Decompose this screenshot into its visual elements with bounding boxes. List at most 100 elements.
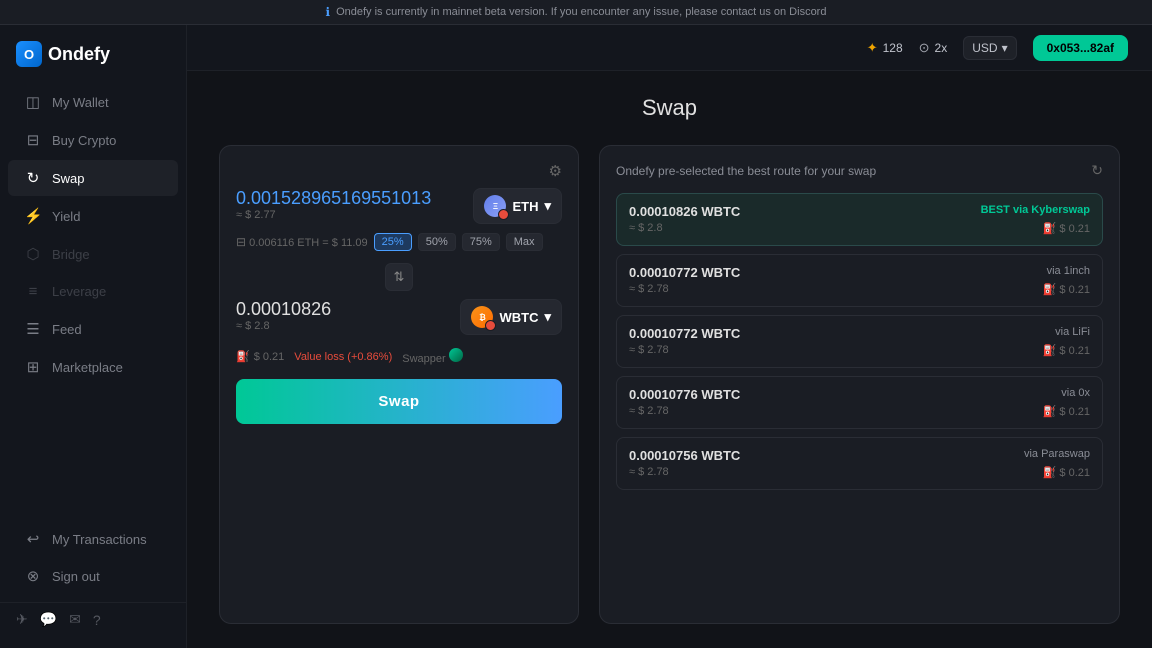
multiplier-stat: ⊙ 2x [919, 40, 948, 56]
sidebar-item-label: Feed [52, 322, 82, 337]
help-icon[interactable]: ? [93, 612, 101, 628]
refresh-icon[interactable]: ↻ [1091, 162, 1103, 179]
center-content: Swap ⚙ 0.001528965169551013 ≈ $ 2.77 [219, 95, 1120, 624]
top-banner: ℹ Ondefy is currently in mainnet beta ve… [0, 0, 1152, 25]
swapper-label: Swapper [402, 348, 462, 365]
route-usd: ≈ $ 2.78 [629, 466, 669, 478]
route-row: 0.00010826 WBTC BEST via Kyberswap [629, 204, 1090, 219]
token-badge [485, 320, 496, 331]
wallet-address-button[interactable]: 0x053...82af [1033, 35, 1128, 61]
route-row: 0.00010772 WBTC via 1inch [629, 265, 1090, 280]
route-amount: 0.00010776 WBTC [629, 387, 740, 402]
email-icon[interactable]: ✉ [69, 611, 81, 628]
output-amount-wrapper: 0.00010826 ≈ $ 2.8 [236, 299, 331, 340]
route-via-label: via Paraswap [1024, 448, 1090, 460]
gas-small-icon: ⛽ [1043, 466, 1057, 479]
banner-text: Ondefy is currently in mainnet beta vers… [336, 6, 826, 18]
wbtc-icon: ₿ [471, 306, 493, 328]
route-item-2[interactable]: 0.00010772 WBTC via LiFi ≈ $ 2.78 ⛽ $ 0.… [616, 315, 1103, 368]
route-amount: 0.00010826 WBTC [629, 204, 740, 219]
route-item-4[interactable]: 0.00010756 WBTC via Paraswap ≈ $ 2.78 ⛽ … [616, 437, 1103, 490]
route-usd: ≈ $ 2.78 [629, 344, 669, 356]
yield-icon: ⚡ [24, 207, 42, 225]
sidebar-item-buy-crypto[interactable]: ⊟ Buy Crypto [8, 122, 178, 158]
sidebar-footer: ✈ 💬 ✉ ? [0, 602, 186, 636]
input-token-row: 0.001528965169551013 ≈ $ 2.77 Ξ ETH ▾ [236, 188, 562, 229]
chevron-down-icon: ▾ [1002, 41, 1008, 55]
route-item-0[interactable]: 0.00010826 WBTC BEST via Kyberswap ≈ $ 2… [616, 193, 1103, 246]
percent-50-button[interactable]: 50% [418, 233, 456, 251]
route-sub-row: ≈ $ 2.78 ⛽ $ 0.21 [629, 463, 1090, 479]
route-via-label: BEST via Kyberswap [981, 204, 1090, 216]
sidebar-item-label: Sign out [52, 569, 100, 584]
multiplier-icon: ⊙ [919, 40, 930, 56]
feed-icon: ☰ [24, 320, 42, 338]
swap-nav-icon: ↻ [24, 169, 42, 187]
routes-header: Ondefy pre-selected the best route for y… [616, 162, 1103, 179]
sidebar-item-swap[interactable]: ↻ Swap [8, 160, 178, 196]
route-gas: ⛽ $ 0.21 [1043, 283, 1090, 296]
token-chevron-icon: ▾ [544, 309, 551, 325]
swap-panel-header: ⚙ [236, 162, 562, 180]
sidebar-item-label: My Transactions [52, 532, 147, 547]
route-gas: ⛽ $ 0.21 [1043, 344, 1090, 357]
swapper-logo-icon [449, 348, 463, 362]
route-sub-row: ≈ $ 2.8 ⛽ $ 0.21 [629, 219, 1090, 235]
percent-75-button[interactable]: 75% [462, 233, 500, 251]
output-token-label: WBTC [499, 310, 538, 325]
route-gas: ⛽ $ 0.21 [1043, 405, 1090, 418]
sidebar-item-label: Yield [52, 209, 80, 224]
chat-icon[interactable]: 💬 [40, 611, 57, 628]
route-amount: 0.00010756 WBTC [629, 448, 740, 463]
swap-divider: ⇅ [236, 263, 562, 291]
route-via-label: via 1inch [1047, 265, 1090, 277]
output-token-selector[interactable]: ₿ WBTC ▾ [460, 299, 562, 335]
stars-stat: ✦ 128 [867, 40, 903, 56]
settings-icon[interactable]: ⚙ [549, 162, 562, 180]
input-token-selector[interactable]: Ξ ETH ▾ [473, 188, 562, 224]
input-usd: ≈ $ 2.77 [236, 209, 431, 221]
balance-label: ⊟ 0.006116 ETH = $ 11.09 [236, 235, 368, 249]
gas-small-icon: ⛽ [1043, 344, 1057, 357]
gas-fee: ⛽ $ 0.21 [236, 350, 284, 363]
stars-count: 128 [883, 41, 903, 55]
transactions-icon: ↩ [24, 530, 42, 548]
output-usd: ≈ $ 2.8 [236, 320, 331, 332]
route-via-label: via 0x [1061, 387, 1090, 399]
swap-button[interactable]: Swap [236, 379, 562, 424]
input-token-label: ETH [512, 199, 538, 214]
route-via-label: via LiFi [1055, 326, 1090, 338]
sidebar-item-sign-out[interactable]: ⊗ Sign out [8, 558, 178, 594]
sidebar-logo: O Ondefy [0, 37, 186, 83]
page-title: Swap [219, 95, 1120, 121]
percent-25-button[interactable]: 25% [374, 233, 412, 251]
sidebar-item-label: My Wallet [52, 95, 109, 110]
route-amount: 0.00010772 WBTC [629, 265, 740, 280]
currency-label: USD [972, 41, 997, 55]
swap-panel: ⚙ 0.001528965169551013 ≈ $ 2.77 Ξ [219, 145, 579, 624]
route-item-3[interactable]: 0.00010776 WBTC via 0x ≈ $ 2.78 ⛽ $ 0.21 [616, 376, 1103, 429]
route-gas: ⛽ $ 0.21 [1043, 222, 1090, 235]
leverage-icon: ≡ [24, 283, 42, 300]
buy-crypto-icon: ⊟ [24, 131, 42, 149]
route-sub-row: ≈ $ 2.78 ⛽ $ 0.21 [629, 280, 1090, 296]
route-sub-row: ≈ $ 2.78 ⛽ $ 0.21 [629, 341, 1090, 357]
sidebar-item-label: Buy Crypto [52, 133, 116, 148]
gas-small-icon: ⛽ [1043, 405, 1057, 418]
sidebar-item-marketplace[interactable]: ⊞ Marketplace [8, 349, 178, 385]
routes-title: Ondefy pre-selected the best route for y… [616, 164, 876, 178]
gas-small-icon: ⛽ [1043, 283, 1057, 296]
swap-direction-button[interactable]: ⇅ [385, 263, 413, 291]
route-item-1[interactable]: 0.00010772 WBTC via 1inch ≈ $ 2.78 ⛽ $ 0… [616, 254, 1103, 307]
send-icon[interactable]: ✈ [16, 611, 28, 628]
route-row: 0.00010756 WBTC via Paraswap [629, 448, 1090, 463]
route-usd: ≈ $ 2.8 [629, 222, 663, 234]
sidebar: O Ondefy ◫ My Wallet ⊟ Buy Crypto ↻ Swap… [0, 25, 187, 648]
sidebar-item-my-wallet[interactable]: ◫ My Wallet [8, 84, 178, 120]
currency-selector[interactable]: USD ▾ [963, 36, 1016, 60]
sidebar-item-yield[interactable]: ⚡ Yield [8, 198, 178, 234]
sign-out-icon: ⊗ [24, 567, 42, 585]
percent-max-button[interactable]: Max [506, 233, 543, 251]
sidebar-item-my-transactions[interactable]: ↩ My Transactions [8, 521, 178, 557]
sidebar-item-feed[interactable]: ☰ Feed [8, 311, 178, 347]
